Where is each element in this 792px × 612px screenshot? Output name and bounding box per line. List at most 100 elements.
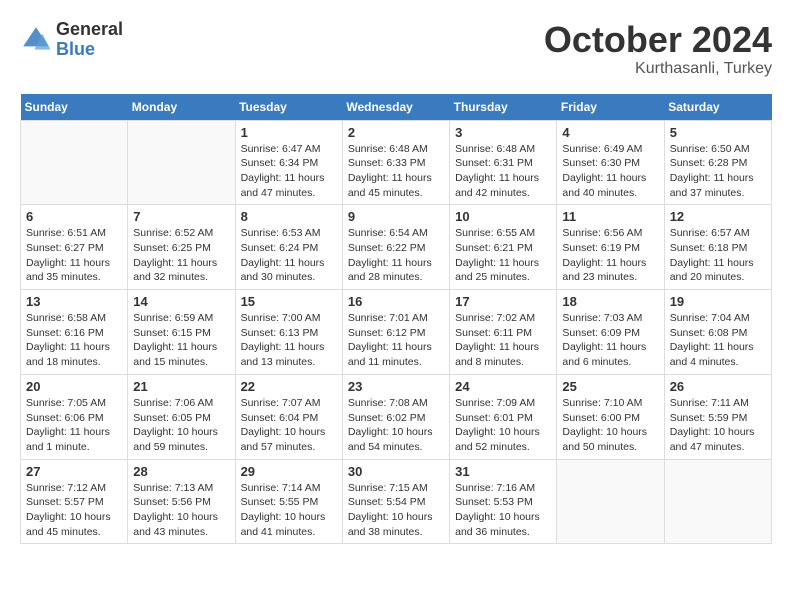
calendar-cell: 1 Sunrise: 6:47 AM Sunset: 6:34 PM Daylig… (235, 120, 342, 205)
cell-info: Sunrise: 7:11 AM Sunset: 5:59 PM Dayligh… (670, 396, 766, 455)
day-number: 25 (562, 379, 658, 394)
cell-info: Sunrise: 7:03 AM Sunset: 6:09 PM Dayligh… (562, 311, 658, 370)
cell-info: Sunrise: 7:08 AM Sunset: 6:02 PM Dayligh… (348, 396, 444, 455)
calendar-cell: 30Sunrise: 7:15 AM Sunset: 5:54 PM Dayli… (342, 459, 449, 544)
cell-info: Sunrise: 6:47 AM Sunset: 6:34 PM Dayligh… (241, 142, 337, 201)
calendar-cell (664, 459, 771, 544)
day-number: 28 (133, 464, 229, 479)
calendar-cell: 13 Sunrise: 6:58 AM Sunset: 6:16 PM Dayli… (21, 290, 128, 375)
day-number: 8 (241, 209, 337, 224)
day-number: 21 (133, 379, 229, 394)
cell-info: Sunrise: 6:55 AM Sunset: 6:21 PM Dayligh… (455, 226, 551, 285)
calendar-cell: 2 Sunrise: 6:48 AM Sunset: 6:33 PM Daylig… (342, 120, 449, 205)
calendar-cell: 17 Sunrise: 7:02 AM Sunset: 6:11 PM Dayli… (450, 290, 557, 375)
header-sunday: Sunday (21, 94, 128, 121)
logo-general: General (56, 20, 123, 40)
calendar-cell: 25Sunrise: 7:10 AM Sunset: 6:00 PM Dayli… (557, 374, 664, 459)
calendar-cell: 12 Sunrise: 6:57 AM Sunset: 6:18 PM Dayli… (664, 205, 771, 290)
day-number: 23 (348, 379, 444, 394)
logo: General Blue (20, 20, 123, 60)
calendar-cell: 21 Sunrise: 7:06 AM Sunset: 6:05 PM Dayli… (128, 374, 235, 459)
cell-info: Sunrise: 6:59 AM Sunset: 6:15 PM Dayligh… (133, 311, 229, 370)
cell-info: Sunrise: 6:50 AM Sunset: 6:28 PM Dayligh… (670, 142, 766, 201)
calendar-cell (557, 459, 664, 544)
logo-blue: Blue (56, 40, 123, 60)
calendar-cell: 3Sunrise: 6:48 AM Sunset: 6:31 PM Daylig… (450, 120, 557, 205)
cell-info: Sunrise: 6:48 AM Sunset: 6:33 PM Dayligh… (348, 142, 444, 201)
day-number: 31 (455, 464, 551, 479)
calendar-week-0: 1 Sunrise: 6:47 AM Sunset: 6:34 PM Daylig… (21, 120, 772, 205)
cell-info: Sunrise: 6:56 AM Sunset: 6:19 PM Dayligh… (562, 226, 658, 285)
cell-info: Sunrise: 7:14 AM Sunset: 5:55 PM Dayligh… (241, 481, 337, 540)
cell-info: Sunrise: 6:57 AM Sunset: 6:18 PM Dayligh… (670, 226, 766, 285)
calendar-cell: 20Sunrise: 7:05 AM Sunset: 6:06 PM Dayli… (21, 374, 128, 459)
day-number: 1 (241, 125, 337, 140)
calendar-cell: 14 Sunrise: 6:59 AM Sunset: 6:15 PM Dayli… (128, 290, 235, 375)
calendar-cell: 19 Sunrise: 7:04 AM Sunset: 6:08 PM Dayli… (664, 290, 771, 375)
logo-icon (20, 24, 52, 56)
day-number: 16 (348, 294, 444, 309)
header-friday: Friday (557, 94, 664, 121)
cell-info: Sunrise: 6:52 AM Sunset: 6:25 PM Dayligh… (133, 226, 229, 285)
day-number: 24 (455, 379, 551, 394)
calendar-cell: 8Sunrise: 6:53 AM Sunset: 6:24 PM Daylig… (235, 205, 342, 290)
calendar-cell: 24Sunrise: 7:09 AM Sunset: 6:01 PM Dayli… (450, 374, 557, 459)
day-number: 13 (26, 294, 122, 309)
day-number: 4 (562, 125, 658, 140)
calendar-cell: 26Sunrise: 7:11 AM Sunset: 5:59 PM Dayli… (664, 374, 771, 459)
calendar-body: 1 Sunrise: 6:47 AM Sunset: 6:34 PM Daylig… (21, 120, 772, 544)
header-row: Sunday Monday Tuesday Wednesday Thursday… (21, 94, 772, 121)
day-number: 10 (455, 209, 551, 224)
day-number: 6 (26, 209, 122, 224)
logo-text: General Blue (56, 20, 123, 60)
calendar-cell: 31Sunrise: 7:16 AM Sunset: 5:53 PM Dayli… (450, 459, 557, 544)
cell-info: Sunrise: 6:48 AM Sunset: 6:31 PM Dayligh… (455, 142, 551, 201)
header-saturday: Saturday (664, 94, 771, 121)
page-header: General Blue October 2024 Kurthasanli, T… (20, 20, 772, 78)
cell-info: Sunrise: 6:58 AM Sunset: 6:16 PM Dayligh… (26, 311, 122, 370)
calendar-cell: 10 Sunrise: 6:55 AM Sunset: 6:21 PM Dayli… (450, 205, 557, 290)
cell-info: Sunrise: 7:07 AM Sunset: 6:04 PM Dayligh… (241, 396, 337, 455)
cell-info: Sunrise: 6:51 AM Sunset: 6:27 PM Dayligh… (26, 226, 122, 285)
calendar-week-2: 13 Sunrise: 6:58 AM Sunset: 6:16 PM Dayli… (21, 290, 772, 375)
calendar-header: Sunday Monday Tuesday Wednesday Thursday… (21, 94, 772, 121)
location: Kurthasanli, Turkey (544, 60, 772, 78)
cell-info: Sunrise: 7:06 AM Sunset: 6:05 PM Dayligh… (133, 396, 229, 455)
calendar-cell: 9Sunrise: 6:54 AM Sunset: 6:22 PM Daylig… (342, 205, 449, 290)
day-number: 12 (670, 209, 766, 224)
header-thursday: Thursday (450, 94, 557, 121)
calendar-table: Sunday Monday Tuesday Wednesday Thursday… (20, 94, 772, 545)
day-number: 27 (26, 464, 122, 479)
cell-info: Sunrise: 6:54 AM Sunset: 6:22 PM Dayligh… (348, 226, 444, 285)
calendar-cell: 11 Sunrise: 6:56 AM Sunset: 6:19 PM Dayli… (557, 205, 664, 290)
cell-info: Sunrise: 7:00 AM Sunset: 6:13 PM Dayligh… (241, 311, 337, 370)
day-number: 7 (133, 209, 229, 224)
day-number: 11 (562, 209, 658, 224)
day-number: 18 (562, 294, 658, 309)
day-number: 5 (670, 125, 766, 140)
day-number: 2 (348, 125, 444, 140)
calendar-cell: 15 Sunrise: 7:00 AM Sunset: 6:13 PM Dayli… (235, 290, 342, 375)
day-number: 15 (241, 294, 337, 309)
cell-info: Sunrise: 7:04 AM Sunset: 6:08 PM Dayligh… (670, 311, 766, 370)
day-number: 14 (133, 294, 229, 309)
calendar-cell (21, 120, 128, 205)
calendar-cell: 18 Sunrise: 7:03 AM Sunset: 6:09 PM Dayli… (557, 290, 664, 375)
day-number: 17 (455, 294, 551, 309)
calendar-week-1: 6 Sunrise: 6:51 AM Sunset: 6:27 PM Daylig… (21, 205, 772, 290)
calendar-cell: 5 Sunrise: 6:50 AM Sunset: 6:28 PM Daylig… (664, 120, 771, 205)
calendar-cell: 4Sunrise: 6:49 AM Sunset: 6:30 PM Daylig… (557, 120, 664, 205)
month-title: October 2024 (544, 20, 772, 60)
calendar-cell: 16Sunrise: 7:01 AM Sunset: 6:12 PM Dayli… (342, 290, 449, 375)
header-wednesday: Wednesday (342, 94, 449, 121)
cell-info: Sunrise: 7:13 AM Sunset: 5:56 PM Dayligh… (133, 481, 229, 540)
cell-info: Sunrise: 7:02 AM Sunset: 6:11 PM Dayligh… (455, 311, 551, 370)
calendar-cell: 7 Sunrise: 6:52 AM Sunset: 6:25 PM Daylig… (128, 205, 235, 290)
day-number: 29 (241, 464, 337, 479)
cell-info: Sunrise: 7:12 AM Sunset: 5:57 PM Dayligh… (26, 481, 122, 540)
calendar-week-4: 27 Sunrise: 7:12 AM Sunset: 5:57 PM Dayli… (21, 459, 772, 544)
cell-info: Sunrise: 7:05 AM Sunset: 6:06 PM Dayligh… (26, 396, 122, 455)
day-number: 19 (670, 294, 766, 309)
calendar-cell: 28 Sunrise: 7:13 AM Sunset: 5:56 PM Dayli… (128, 459, 235, 544)
calendar-week-3: 20Sunrise: 7:05 AM Sunset: 6:06 PM Dayli… (21, 374, 772, 459)
